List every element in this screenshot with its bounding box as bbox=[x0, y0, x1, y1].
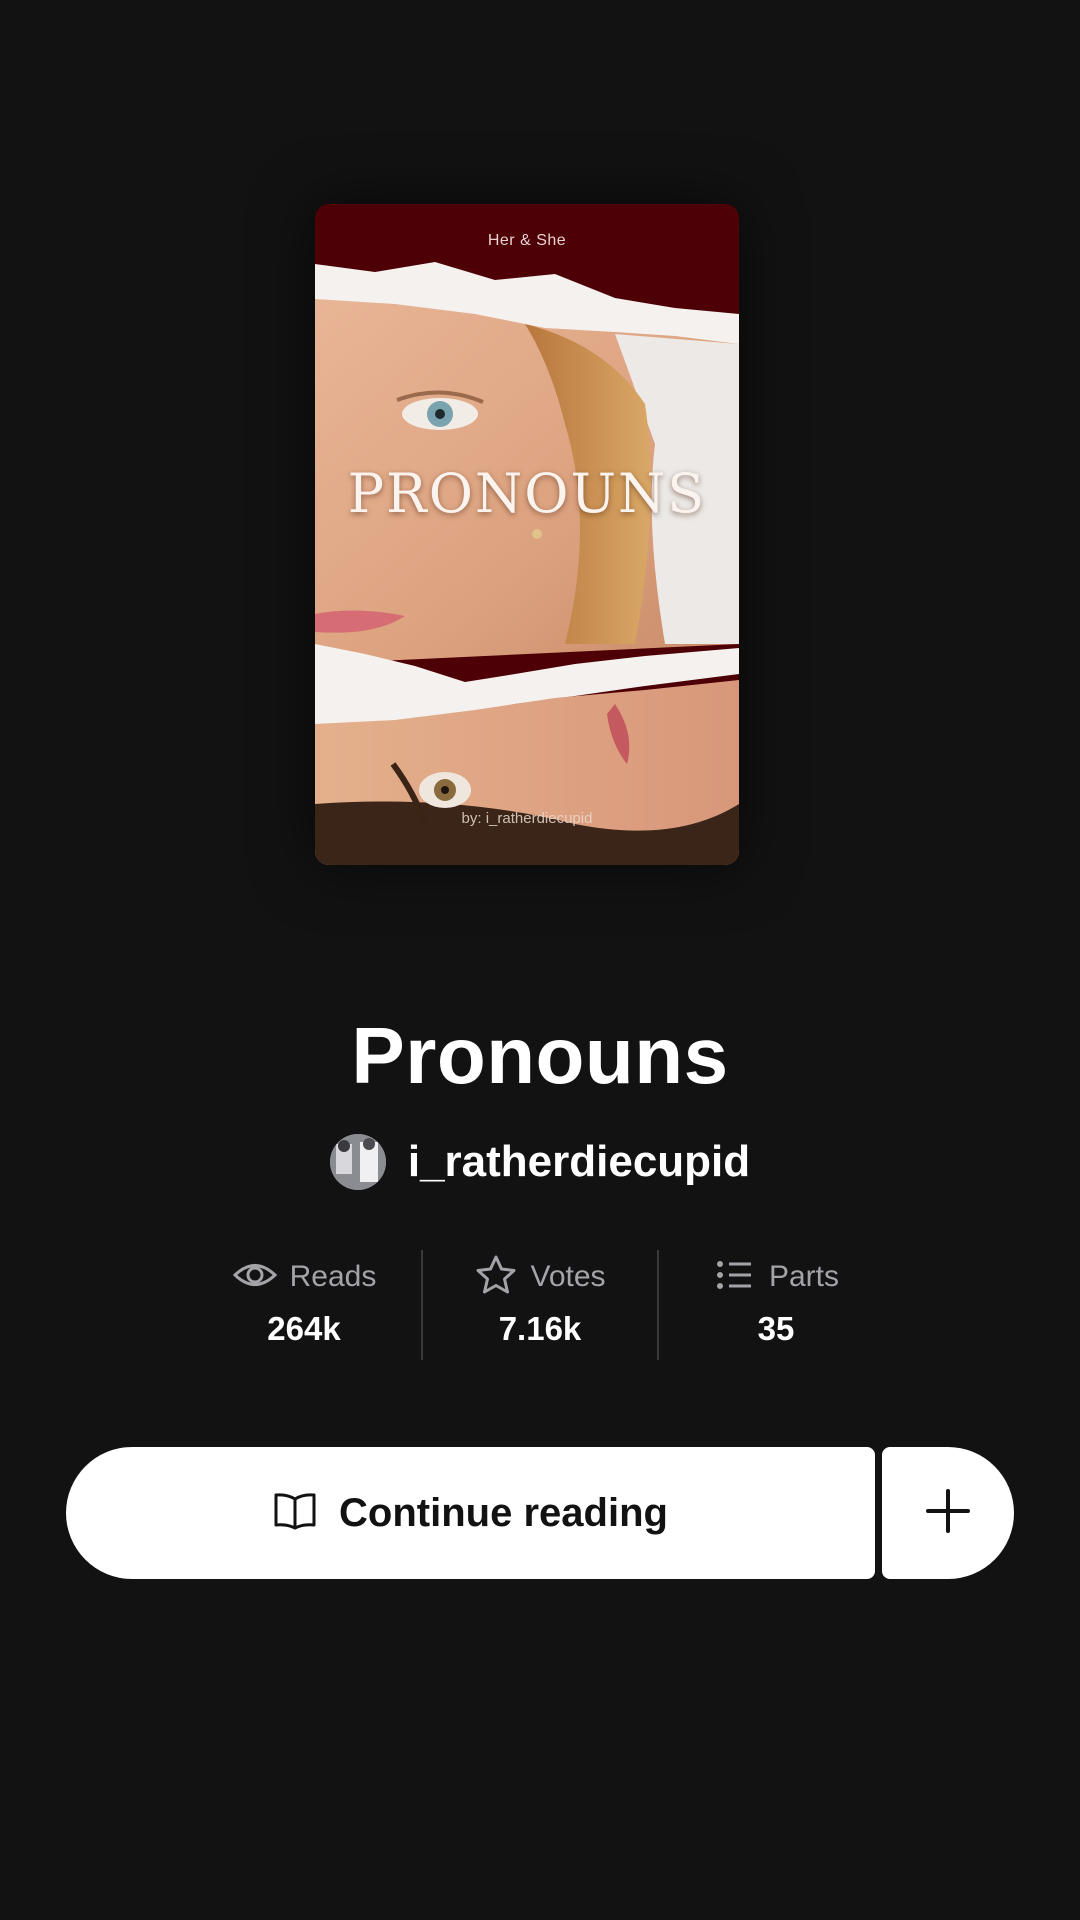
eye-icon bbox=[232, 1252, 278, 1303]
story-title: Pronouns bbox=[351, 1011, 729, 1100]
story-stats: Reads 264k Votes 7.16k Parts 35 bbox=[187, 1250, 893, 1360]
stat-label: Parts bbox=[768, 1260, 840, 1293]
continue-reading-button[interactable]: Continue reading bbox=[66, 1447, 875, 1579]
stat-value: 35 bbox=[757, 1310, 795, 1347]
book-icon bbox=[273, 1491, 317, 1536]
stat-label: Reads bbox=[289, 1260, 377, 1293]
cover-subtitle: Her & She bbox=[487, 232, 567, 249]
author-row[interactable]: i_ratherdiecupid bbox=[0, 1132, 1080, 1192]
continue-reading-label: Continue reading bbox=[339, 1490, 668, 1535]
author-name[interactable]: i_ratherdiecupid bbox=[408, 1137, 750, 1187]
cover-title: PRONOUNS bbox=[347, 462, 707, 525]
cover-byline: by: i_ratherdiecupid bbox=[461, 810, 593, 827]
add-to-library-button[interactable] bbox=[882, 1447, 1014, 1579]
plus-icon bbox=[924, 1487, 972, 1540]
story-cover[interactable]: Her & She PRONOUNS by: i_ratherdiecupid bbox=[315, 204, 739, 865]
star-icon bbox=[474, 1253, 518, 1302]
author-avatar[interactable] bbox=[329, 1134, 386, 1190]
stat-value: 7.16k bbox=[498, 1310, 582, 1347]
stat-parts: Parts 35 bbox=[657, 1250, 893, 1360]
stat-value: 264k bbox=[267, 1310, 341, 1347]
list-icon bbox=[713, 1253, 757, 1302]
stat-votes: Votes 7.16k bbox=[421, 1250, 657, 1360]
cover-artwork bbox=[315, 262, 739, 865]
stat-label: Votes bbox=[530, 1260, 606, 1293]
stat-reads: Reads 264k bbox=[187, 1250, 421, 1360]
